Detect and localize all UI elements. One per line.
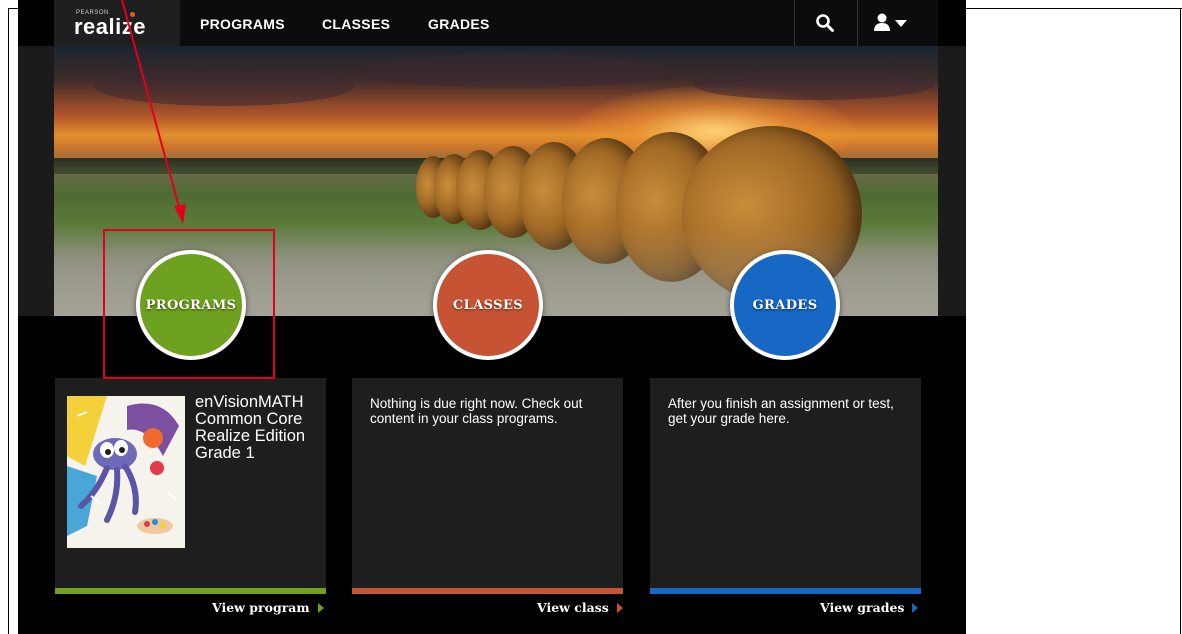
grades-circle-button[interactable]: GRADES [730, 250, 840, 360]
caret-down-icon [895, 20, 907, 27]
classes-circle-button[interactable]: CLASSES [433, 250, 543, 360]
grades-card-message: After you finish an assignment or test, … [668, 396, 894, 426]
chevron-right-icon [317, 603, 324, 613]
annotation-highlight-box [103, 229, 275, 379]
class-card-message: Nothing is due right now. Check out cont… [370, 396, 583, 426]
cloud [94, 66, 354, 106]
chevron-right-icon [912, 603, 919, 613]
program-title-line: Common Core [195, 410, 303, 428]
brand-dot [130, 12, 135, 17]
search-icon [816, 14, 834, 32]
hero-side-left [18, 46, 54, 316]
chevron-right-icon [616, 603, 623, 613]
grades-circle-label: GRADES [752, 297, 818, 313]
document-frame-left [8, 8, 9, 634]
nav-classes[interactable]: CLASSES [322, 16, 390, 32]
grades-card: After you finish an assignment or test, … [650, 378, 921, 594]
program-title-line: Realize Edition [195, 427, 306, 445]
class-card-accent-bar [352, 588, 623, 594]
brand-name: realize [74, 14, 146, 39]
view-class-link[interactable]: View class [537, 600, 623, 615]
brand-logo[interactable]: PEARSON realize [54, 0, 180, 46]
document-frame-right [1180, 8, 1181, 634]
view-program-link[interactable]: View program [212, 600, 324, 615]
program-title[interactable]: enVisionMATH Common Core Realize Edition… [195, 394, 325, 462]
user-icon [874, 13, 890, 31]
view-grades-label: View grades [820, 600, 905, 615]
classes-circle-label: CLASSES [452, 297, 524, 313]
nav-grades[interactable]: GRADES [428, 16, 490, 32]
cloud [694, 70, 934, 100]
search-button[interactable] [794, 0, 856, 46]
program-card[interactable]: enVisionMATH Common Core Realize Edition… [55, 378, 326, 594]
hero-side-right [938, 46, 966, 316]
class-card: Nothing is due right now. Check out cont… [352, 378, 623, 594]
user-menu-button[interactable] [858, 0, 938, 46]
top-navbar: PEARSON realize PROGRAMS CLASSES GRADES [54, 0, 938, 46]
program-title-line: enVisionMATH [195, 393, 304, 411]
book-cover-illustration [67, 396, 185, 548]
view-class-label: View class [537, 600, 609, 615]
program-title-line: Grade 1 [195, 444, 255, 462]
view-program-label: View program [212, 600, 310, 615]
nav-programs[interactable]: PROGRAMS [200, 16, 285, 32]
grades-card-accent-bar [650, 588, 921, 594]
program-book-cover[interactable] [67, 396, 185, 548]
program-card-accent-bar [55, 588, 326, 594]
cloud [354, 54, 674, 88]
view-grades-link[interactable]: View grades [820, 600, 919, 615]
